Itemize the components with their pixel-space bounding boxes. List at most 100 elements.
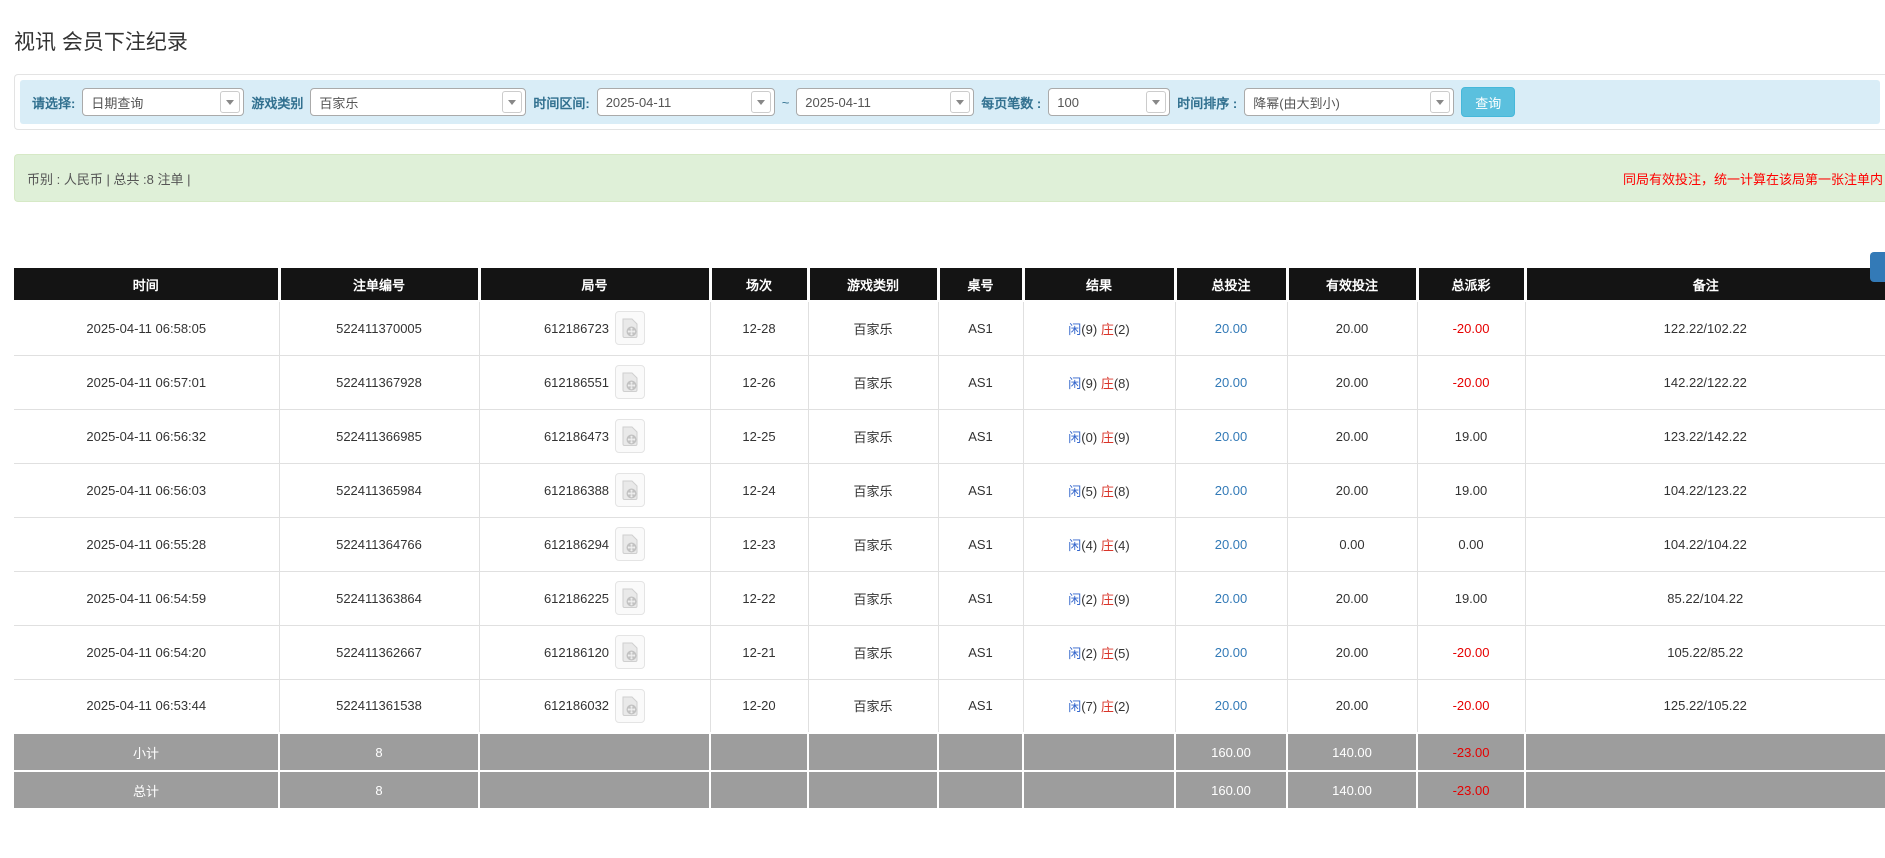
result-banker: 庄 [1100, 591, 1114, 607]
video-icon [622, 696, 638, 716]
cell-round-no: 612186388 [478, 462, 711, 518]
chevron-down-icon[interactable] [750, 91, 771, 113]
total-bet-link[interactable]: 20.00 [1215, 321, 1248, 336]
video-replay-button[interactable] [615, 419, 646, 453]
cell-session: 12-20 [709, 678, 809, 734]
subtotal-total-bet: 160.00 [1174, 732, 1288, 772]
cell-total-bet: 20.00 [1174, 516, 1288, 572]
result-player: 闲 [1068, 699, 1082, 715]
cell-total-bet: 20.00 [1174, 570, 1288, 626]
search-button[interactable]: 查询 [1461, 87, 1516, 117]
cell-valid-bet: 20.00 [1286, 354, 1418, 410]
total-total-bet: 160.00 [1174, 770, 1288, 810]
header-table-no: 桌号 [936, 268, 1023, 302]
query-type-select[interactable]: 日期查询 [82, 88, 245, 116]
cell-round-no: 612186551 [478, 354, 711, 410]
tilde-separator: ~ [781, 94, 790, 110]
video-icon [622, 480, 638, 500]
subtotal-row: 小计 8 160.00 140.00 -23.00 [14, 732, 1885, 772]
header-remark: 备注 [1523, 268, 1885, 302]
video-icon [622, 372, 638, 392]
cell-valid-bet: 20.00 [1286, 678, 1418, 734]
cell-remark: 105.22/85.22 [1524, 624, 1885, 680]
filter-bar: 请选择: 日期查询 游戏类别 百家乐 时间区间: 2025-04-11 ~ 20… [20, 80, 1880, 124]
date-to-select[interactable]: 2025-04-11 [796, 88, 975, 116]
cell-game: 百家乐 [807, 516, 939, 572]
chevron-down-icon[interactable] [502, 91, 523, 113]
cell-result: 闲(7) 庄(2) [1022, 678, 1176, 734]
chevron-down-icon[interactable] [950, 91, 971, 113]
total-bet-link[interactable]: 20.00 [1215, 645, 1248, 660]
total-count: 8 [278, 770, 480, 810]
video-icon [622, 588, 638, 608]
cell-remark: 142.22/122.22 [1524, 354, 1885, 410]
video-icon [622, 642, 638, 662]
chevron-down-icon[interactable] [1430, 91, 1451, 113]
game-type-label: 游戏类别 [251, 95, 304, 111]
video-replay-button[interactable] [615, 311, 646, 346]
game-type-select[interactable]: 百家乐 [310, 88, 527, 116]
result-banker: 庄 [1100, 645, 1114, 661]
cell-round-no: 612186473 [478, 408, 711, 464]
video-replay-button[interactable] [615, 473, 646, 507]
total-bet-link[interactable]: 20.00 [1215, 698, 1248, 713]
cell-game: 百家乐 [807, 624, 939, 680]
partial-edge-button[interactable] [1870, 252, 1885, 282]
cell-bet-no: 522411364766 [278, 516, 480, 572]
cell-valid-bet: 20.00 [1286, 624, 1418, 680]
total-bet-link[interactable]: 20.00 [1215, 429, 1248, 444]
cell-table-no: AS1 [937, 354, 1024, 410]
cell-time: 2025-04-11 06:53:44 [14, 678, 280, 734]
result-player: 闲 [1068, 429, 1082, 445]
cell-payout: -20.00 [1416, 354, 1526, 410]
result-banker: 庄 [1100, 699, 1114, 715]
video-replay-button[interactable] [615, 527, 646, 561]
chevron-down-icon[interactable] [220, 91, 241, 113]
valid-bet-notice: 同局有效投注，统一计算在该局第一张注单内 [1622, 171, 1883, 187]
result-banker: 庄 [1100, 321, 1114, 337]
video-replay-button[interactable] [615, 635, 646, 669]
subtotal-valid-bet: 140.00 [1286, 732, 1418, 772]
date-from-select[interactable]: 2025-04-11 [596, 88, 775, 116]
per-page-select[interactable]: 100 [1048, 88, 1171, 116]
currency-total-text: 币别 : 人民币 | 总共 :8 注单 | [27, 171, 191, 187]
cell-bet-no: 522411365984 [278, 462, 480, 518]
cell-round-no: 612186120 [478, 624, 711, 680]
table-row: 2025-04-11 06:57:01 522411367928 6121865… [14, 354, 1885, 410]
total-valid-bet: 140.00 [1286, 770, 1418, 810]
cell-game: 百家乐 [807, 300, 939, 356]
cell-session: 12-28 [709, 300, 809, 356]
cell-table-no: AS1 [937, 408, 1024, 464]
cell-remark: 122.22/102.22 [1524, 300, 1885, 356]
cell-time: 2025-04-11 06:54:20 [14, 624, 280, 680]
total-bet-link[interactable]: 20.00 [1215, 537, 1248, 552]
cell-game: 百家乐 [807, 570, 939, 626]
header-round-no: 局号 [477, 268, 710, 302]
chevron-down-icon[interactable] [1146, 91, 1167, 113]
total-bet-link[interactable]: 20.00 [1215, 483, 1248, 498]
time-sort-select[interactable]: 降幂(由大到小) [1244, 88, 1455, 116]
cell-table-no: AS1 [937, 516, 1024, 572]
video-replay-button[interactable] [615, 581, 646, 615]
cell-valid-bet: 20.00 [1286, 570, 1418, 626]
summary-bar: 币别 : 人民币 | 总共 :8 注单 | 同局有效投注，统一计算在该局第一张注… [14, 154, 1885, 202]
table-row: 2025-04-11 06:58:05 522411370005 6121867… [14, 300, 1885, 356]
total-bet-link[interactable]: 20.00 [1215, 591, 1248, 606]
header-valid-bet: 有效投注 [1285, 268, 1417, 302]
total-bet-link[interactable]: 20.00 [1215, 375, 1248, 390]
cell-payout: 19.00 [1416, 462, 1526, 518]
cell-round-no: 612186723 [478, 300, 711, 356]
header-payout: 总派彩 [1415, 268, 1525, 302]
video-replay-button[interactable] [615, 365, 646, 399]
cell-bet-no: 522411362667 [278, 624, 480, 680]
cell-result: 闲(2) 庄(9) [1022, 570, 1176, 626]
cell-result: 闲(5) 庄(8) [1022, 462, 1176, 518]
header-total-bet: 总投注 [1173, 268, 1287, 302]
cell-bet-no: 522411367928 [278, 354, 480, 410]
cell-game: 百家乐 [807, 408, 939, 464]
video-replay-button[interactable] [615, 688, 646, 723]
cell-remark: 104.22/104.22 [1524, 516, 1885, 572]
cell-total-bet: 20.00 [1174, 678, 1288, 734]
cell-time: 2025-04-11 06:54:59 [14, 570, 280, 626]
cell-table-no: AS1 [937, 624, 1024, 680]
